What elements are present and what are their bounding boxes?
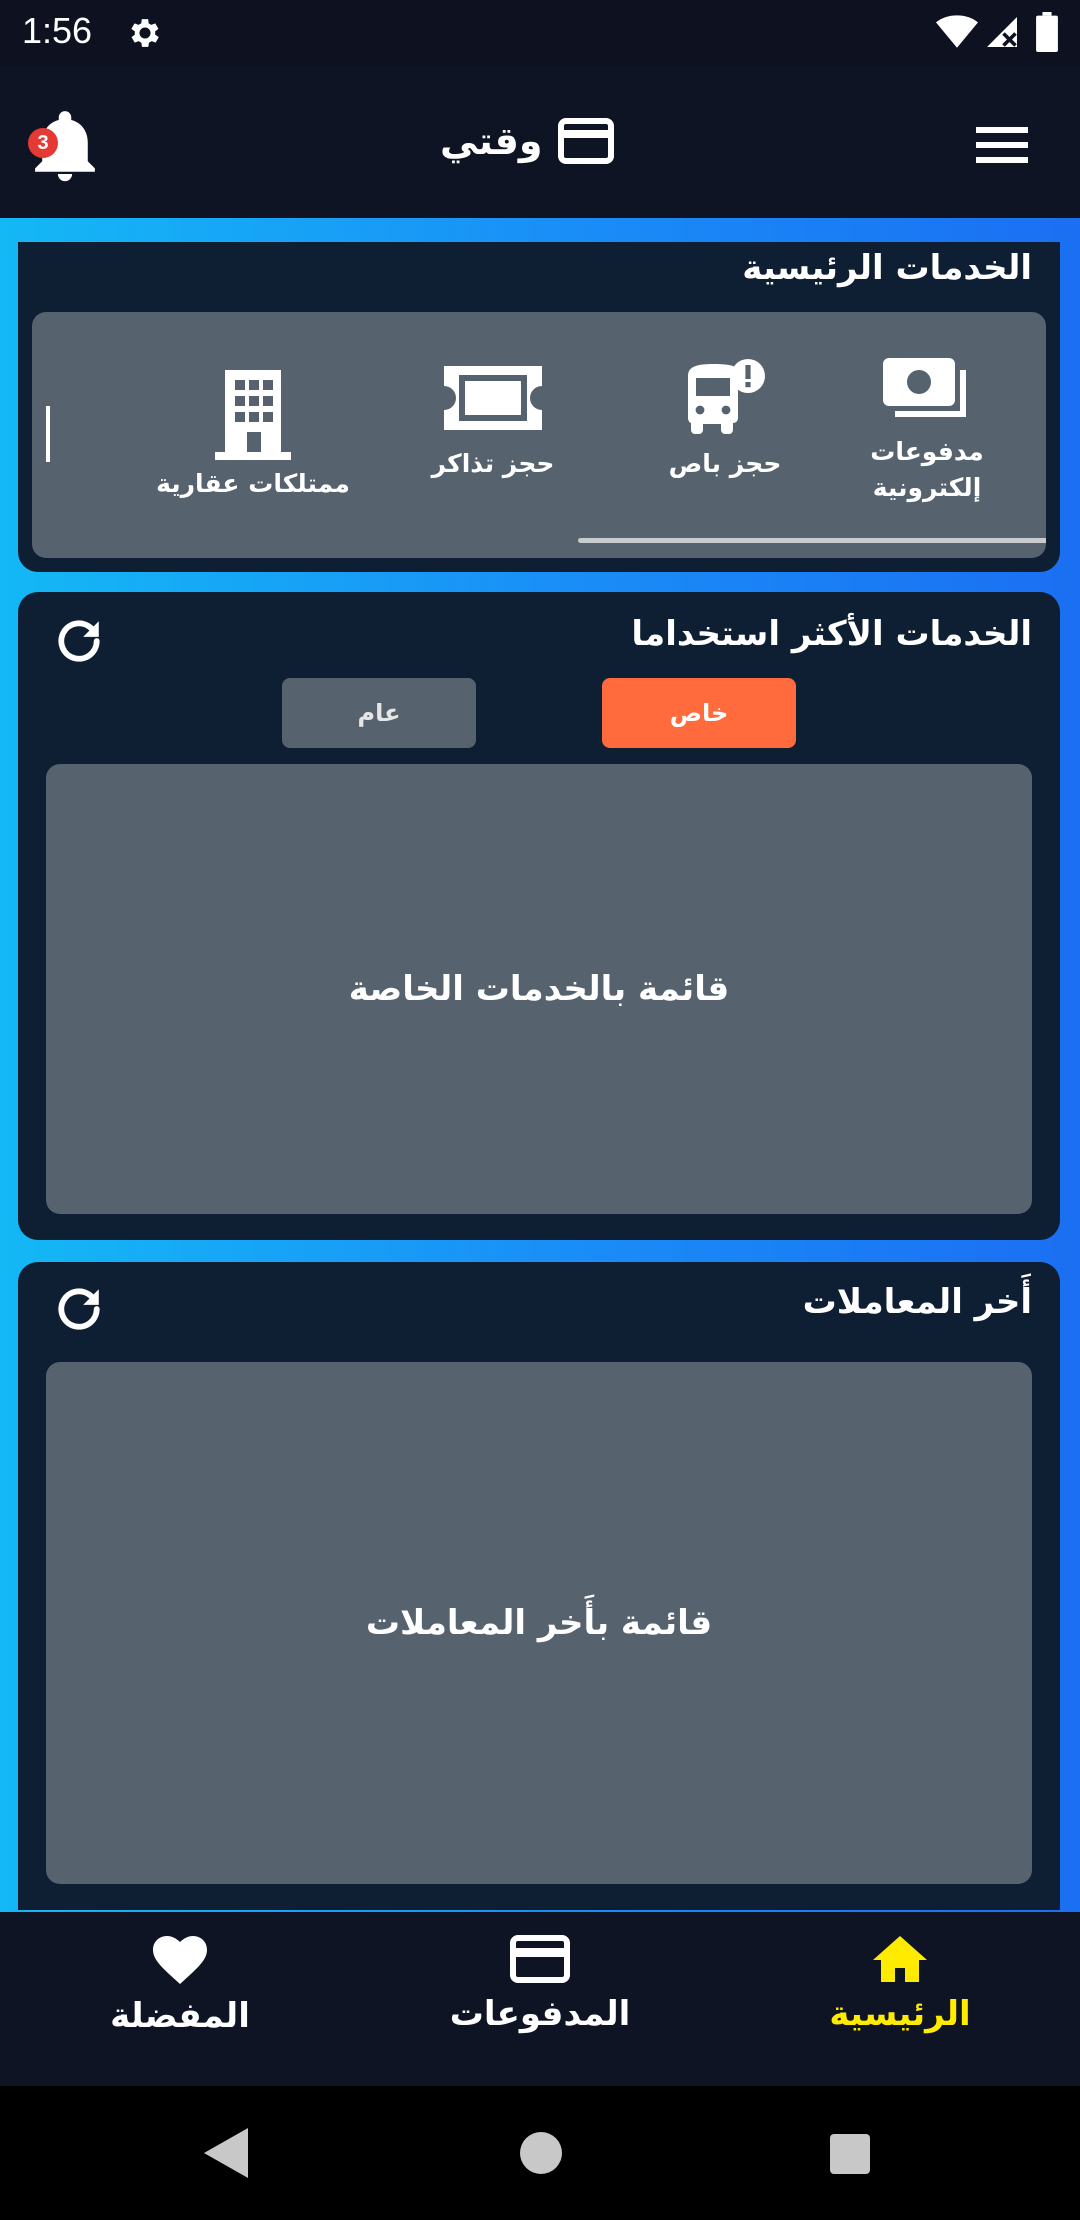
carousel-scrollbar[interactable] — [578, 538, 1046, 543]
service-label: مدفوعات إلكترونية — [870, 437, 984, 502]
nav-home-label: الرئيسية — [829, 1994, 971, 2034]
most-used-title: الخدمات الأكثر استخداما — [631, 614, 1032, 654]
refresh-icon[interactable] — [54, 616, 104, 666]
list-placeholder: قائمة بأَخر المعاملات — [365, 1603, 713, 1643]
refresh-icon[interactable] — [54, 1284, 104, 1334]
home-circle-icon[interactable] — [520, 2132, 562, 2174]
status-time: 1:56 — [22, 10, 93, 51]
cash-icon — [883, 358, 966, 417]
carousel-edge-indicator — [46, 406, 50, 462]
service-label: حجز باص — [668, 449, 782, 478]
app-title-group: وقتي — [440, 114, 680, 168]
service-e-payments[interactable]: مدفوعات إلكترونية — [822, 312, 1032, 558]
ticket-icon — [444, 366, 542, 430]
service-label: حجز تذاكر — [431, 449, 555, 478]
credit-card-icon — [558, 118, 615, 164]
list-placeholder: قائمة بالخدمات الخاصة — [348, 969, 730, 1009]
notification-badge: 3 — [28, 128, 58, 158]
services-carousel[interactable]: مدفوعات إلكترونية حجز باص حجز تذاكر ممتل… — [32, 312, 1046, 558]
building-icon — [215, 370, 291, 460]
wifi-icon — [936, 15, 978, 48]
status-bar: 1:56 — [0, 0, 1080, 66]
nav-favorites-label: المفضلة — [110, 1996, 250, 2036]
nav-payments-label: المدفوعات — [449, 1994, 631, 2034]
app-screen: 1:56 3 وقتي الخدمات الرئيسية مدفوعات إلك… — [0, 0, 1080, 2220]
hamburger-menu-icon[interactable] — [976, 124, 1028, 166]
main-services-card: الخدمات الرئيسية مدفوعات إلكترونية حجز ب… — [18, 242, 1060, 572]
battery-icon — [1036, 12, 1058, 52]
service-label: ممتلكات عقارية — [156, 469, 350, 498]
private-services-list[interactable]: قائمة بالخدمات الخاصة — [46, 764, 1032, 1214]
bottom-navigation: الرئيسية المدفوعات المفضلة — [0, 1912, 1080, 2086]
service-ticket-booking[interactable]: حجز تذاكر — [388, 312, 598, 558]
most-used-services-card: الخدمات الأكثر استخداما خاص عام قائمة با… — [18, 592, 1060, 1240]
recents-icon[interactable] — [830, 2134, 870, 2174]
nav-home[interactable]: الرئيسية — [750, 1912, 1050, 2086]
credit-card-icon — [510, 1935, 570, 1983]
nav-favorites[interactable]: المفضلة — [30, 1912, 330, 2086]
back-icon[interactable] — [204, 2128, 248, 2178]
main-services-title: الخدمات الرئيسية — [742, 248, 1032, 288]
recent-transactions-card: أَخر المعاملات قائمة بأَخر المعاملات — [18, 1262, 1060, 1910]
service-bus-booking[interactable]: حجز باص — [620, 312, 830, 558]
app-bar: 3 وقتي — [0, 66, 1080, 218]
service-real-estate[interactable]: ممتلكات عقارية — [148, 312, 358, 558]
recent-transactions-title: أَخر المعاملات — [802, 1282, 1032, 1322]
tab-private[interactable]: خاص — [602, 678, 796, 748]
tab-public[interactable]: عام — [282, 678, 476, 748]
nav-payments[interactable]: المدفوعات — [390, 1912, 690, 2086]
recent-transactions-list[interactable]: قائمة بأَخر المعاملات — [46, 1362, 1032, 1884]
app-title: وقتي — [440, 119, 543, 163]
home-icon — [873, 1936, 927, 1982]
bus-alert-icon — [688, 359, 765, 434]
signal-icon — [987, 17, 1017, 47]
heart-icon — [153, 1936, 207, 1984]
system-navigation-bar — [0, 2086, 1080, 2220]
settings-gear-icon — [131, 19, 159, 47]
